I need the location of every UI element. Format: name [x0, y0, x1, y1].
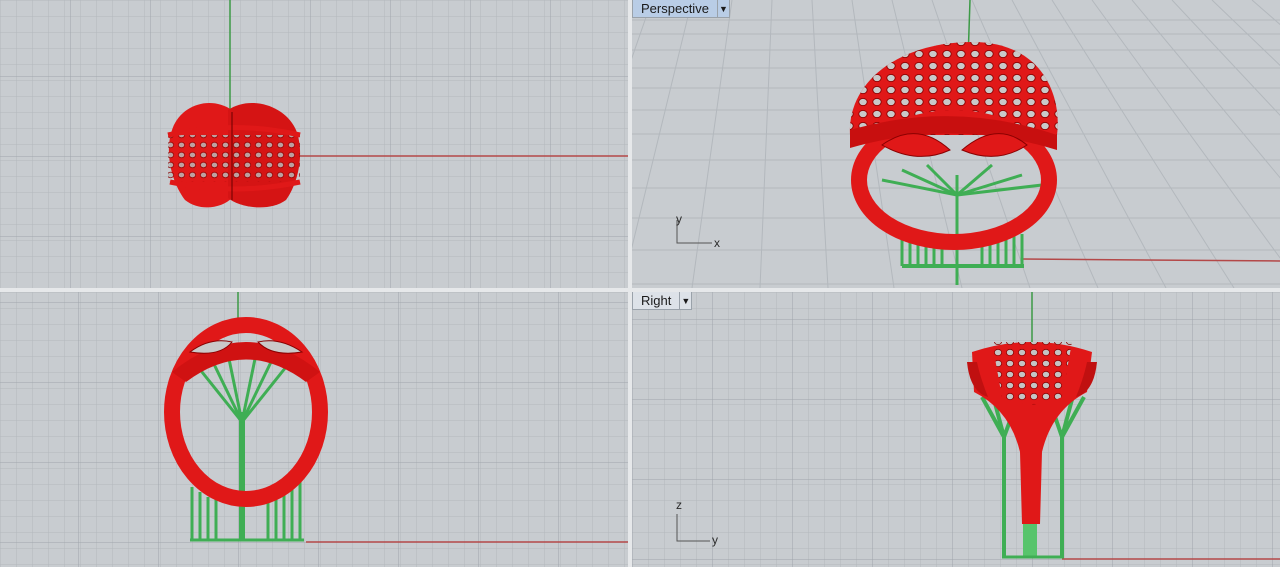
rhino-viewports: y x Perspective ▼ z y Right ▼ — [0, 0, 1280, 567]
perspective-viewport-canvas — [632, 0, 1280, 288]
ring-top-model — [167, 102, 301, 208]
top-viewport-canvas — [0, 0, 628, 288]
viewport-title[interactable]: Right — [633, 292, 679, 309]
perspective-viewport[interactable]: y x Perspective ▼ — [632, 0, 1280, 288]
viewport-title[interactable]: Perspective — [633, 0, 717, 17]
viewport-divider-vertical[interactable] — [628, 0, 632, 567]
right-viewport-canvas — [632, 292, 1280, 567]
perspective-viewport-tab[interactable]: Perspective ▼ — [632, 0, 730, 18]
axis-label-x: x — [714, 236, 720, 250]
chevron-down-icon[interactable]: ▼ — [679, 292, 691, 309]
right-viewport[interactable]: z y Right ▼ — [632, 292, 1280, 567]
top-viewport[interactable] — [0, 0, 628, 288]
front-viewport-canvas — [0, 292, 628, 567]
chevron-down-icon[interactable]: ▼ — [716, 0, 729, 17]
axis-label-y: y — [676, 212, 682, 226]
viewport-divider-horizontal[interactable] — [0, 288, 1280, 292]
front-viewport[interactable] — [0, 292, 628, 567]
axis-label-y: y — [712, 533, 718, 547]
axis-label-z: z — [676, 498, 682, 512]
right-viewport-tab[interactable]: Right ▼ — [632, 292, 693, 310]
